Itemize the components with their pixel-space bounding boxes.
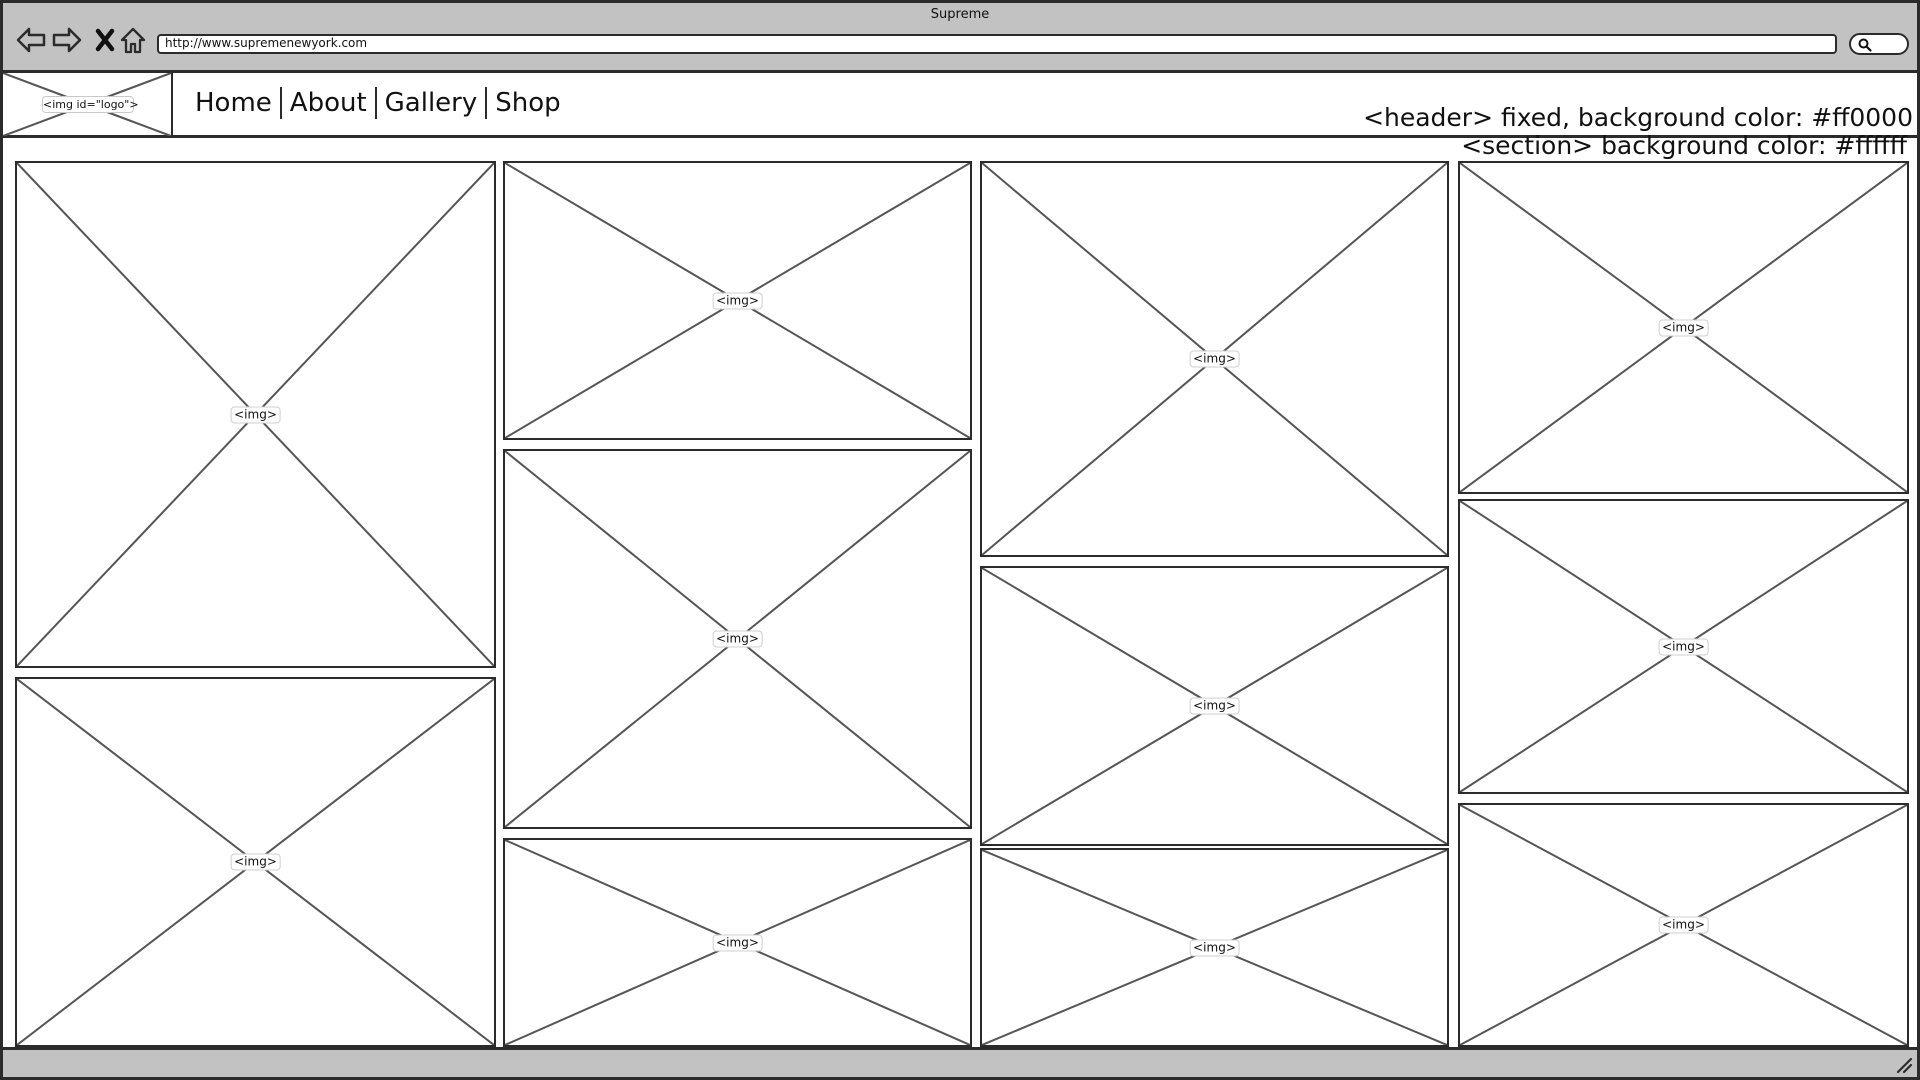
nav-about[interactable]: About <box>282 85 375 121</box>
browser-search-field[interactable] <box>1849 33 1909 55</box>
logo-placeholder[interactable]: <img id="logo"> <box>3 73 173 136</box>
browser-toolbar: Supreme http://www.supremenewyork.com <box>3 3 1917 73</box>
gallery-image[interactable]: <img> <box>980 848 1449 1047</box>
nav-home[interactable]: Home <box>187 85 280 121</box>
gallery-image[interactable]: <img> <box>1458 803 1909 1047</box>
gallery-image[interactable]: <img> <box>980 566 1449 846</box>
gallery-image[interactable]: <img> <box>980 161 1449 557</box>
nav-shop[interactable]: Shop <box>487 85 568 121</box>
header-annotation: <header> fixed, background color: #ff000… <box>1363 103 1913 132</box>
gallery-image[interactable]: <img> <box>1458 499 1909 794</box>
window-title: Supreme <box>930 7 990 22</box>
image-label: <img> <box>1658 916 1709 934</box>
home-icon[interactable] <box>117 25 149 55</box>
gallery-image[interactable]: <img> <box>503 838 972 1047</box>
image-label: <img> <box>1658 638 1709 655</box>
forward-arrow-icon[interactable] <box>51 25 83 55</box>
resize-grip-icon[interactable] <box>1895 1056 1913 1074</box>
gallery-image[interactable]: <img> <box>503 161 972 440</box>
image-label: <img> <box>712 934 763 951</box>
image-label: <img> <box>230 406 281 423</box>
search-icon <box>1858 38 1872 52</box>
gallery-image[interactable]: <img> <box>15 161 496 668</box>
address-bar[interactable]: http://www.supremenewyork.com <box>157 34 1837 54</box>
gallery-image[interactable]: <img> <box>503 449 972 829</box>
image-label: <img> <box>712 630 763 648</box>
main-nav: Home About Gallery Shop <box>187 85 569 121</box>
image-label: <img> <box>1189 939 1240 956</box>
browser-window: Supreme http://www.supremenewyork.com <i… <box>0 0 1920 1080</box>
image-label: <img> <box>230 853 281 871</box>
status-bar <box>3 1047 1917 1077</box>
gallery-image[interactable]: <img> <box>1458 161 1909 494</box>
gallery-image[interactable]: <img> <box>15 677 496 1047</box>
back-arrow-icon[interactable] <box>15 25 47 55</box>
image-label: <img> <box>1189 350 1240 368</box>
image-label: <img> <box>1658 319 1709 336</box>
section-annotation: <section> background color: #ffffff <box>1461 131 1907 160</box>
nav-gallery[interactable]: Gallery <box>377 85 486 121</box>
image-label: <img> <box>712 292 763 309</box>
logo-label: <img id="logo"> <box>42 96 139 113</box>
image-label: <img> <box>1189 697 1240 715</box>
